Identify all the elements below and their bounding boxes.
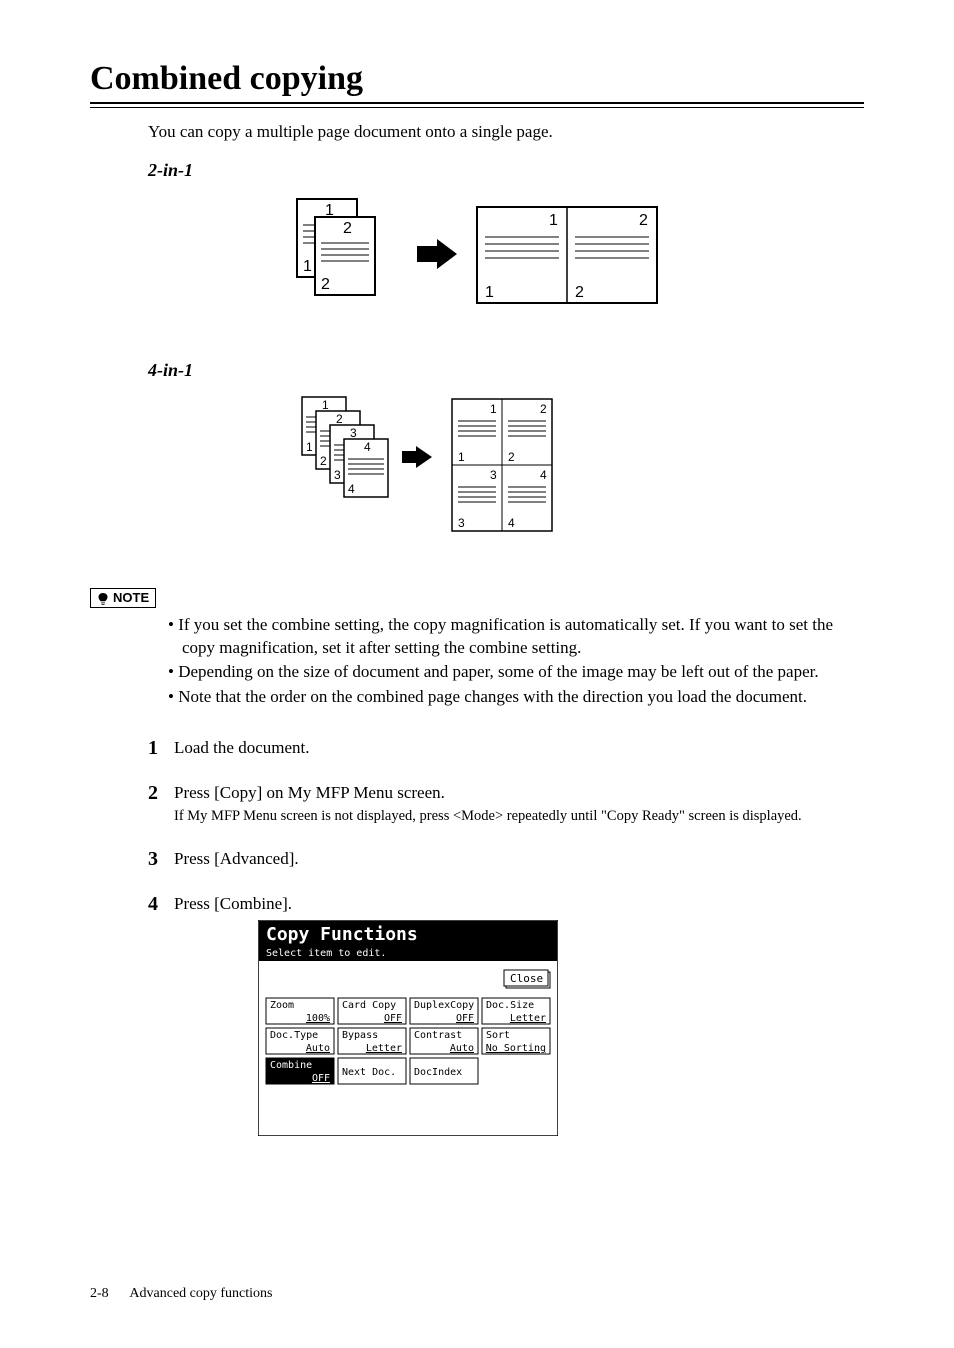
svg-text:DuplexCopy: DuplexCopy (414, 1000, 474, 1011)
svg-text:1: 1 (490, 402, 497, 416)
step-1: 1 Load the document. (148, 737, 864, 760)
svg-text:Card Copy: Card Copy (342, 1000, 396, 1011)
svg-text:1: 1 (549, 212, 558, 229)
svg-text:2: 2 (336, 412, 343, 426)
svg-text:Letter: Letter (510, 1013, 546, 1024)
step-text: Press [Advanced]. (174, 849, 299, 868)
svg-text:1: 1 (458, 450, 465, 464)
step-3: 3 Press [Advanced]. (148, 848, 864, 871)
svg-text:3: 3 (334, 468, 341, 482)
svg-text:2: 2 (320, 454, 327, 468)
svg-text:OFF: OFF (456, 1013, 474, 1024)
svg-text:1: 1 (485, 284, 494, 301)
svg-text:2: 2 (321, 276, 330, 293)
lcd-screenshot: Copy Functions Select item to edit. Clos… (258, 920, 864, 1143)
svg-text:2: 2 (639, 212, 648, 229)
page-content: Combined copying You can copy a multiple… (0, 0, 954, 1205)
step-number: 3 (148, 846, 158, 873)
svg-text:Contrast: Contrast (414, 1030, 462, 1041)
step-subtext: If My MFP Menu screen is not displayed, … (174, 807, 864, 826)
note-label: NOTE (90, 588, 156, 608)
svg-text:Auto: Auto (306, 1043, 330, 1054)
lcd-subtitle: Select item to edit. (266, 948, 386, 959)
svg-text:Combine: Combine (270, 1060, 312, 1071)
step-text: Press [Combine]. (174, 894, 292, 913)
diagram-4in1: 1 1 2 2 3 (90, 391, 864, 556)
svg-text:4: 4 (540, 468, 547, 482)
svg-text:2: 2 (508, 450, 515, 464)
svg-text:2: 2 (575, 284, 584, 301)
svg-text:3: 3 (350, 426, 357, 440)
svg-text:OFF: OFF (384, 1013, 402, 1024)
svg-text:DocIndex: DocIndex (414, 1067, 462, 1078)
svg-text:1: 1 (303, 258, 312, 275)
section-name: Advanced copy functions (129, 1286, 272, 1301)
step-number: 4 (148, 891, 158, 918)
svg-text:1: 1 (322, 398, 329, 412)
page-footer: 2-8 Advanced copy functions (90, 1286, 272, 1302)
step-number: 2 (148, 780, 158, 807)
lcd-close: Close (510, 972, 543, 985)
step-4: 4 Press [Combine]. Copy Functions Select… (148, 893, 864, 1143)
subhead-2in1: 2-in-1 (148, 160, 864, 181)
note-item: If you set the combine setting, the copy… (168, 614, 864, 660)
note-item: Note that the order on the combined page… (168, 686, 864, 709)
svg-text:100%: 100% (306, 1013, 330, 1024)
note-icon (97, 592, 109, 606)
svg-text:Doc.Type: Doc.Type (270, 1030, 318, 1041)
svg-text:4: 4 (508, 516, 515, 530)
svg-text:Letter: Letter (366, 1043, 402, 1054)
svg-text:Auto: Auto (450, 1043, 474, 1054)
title-rule (90, 102, 864, 108)
svg-text:No Sorting: No Sorting (486, 1043, 546, 1054)
step-text: Press [Copy] on My MFP Menu screen. (174, 783, 445, 802)
svg-text:4: 4 (364, 440, 371, 454)
svg-text:2: 2 (343, 220, 352, 237)
page-title: Combined copying (90, 60, 864, 98)
step-number: 1 (148, 735, 158, 762)
page-number: 2-8 (90, 1286, 109, 1301)
svg-text:2: 2 (540, 402, 547, 416)
intro-text: You can copy a multiple page document on… (148, 122, 864, 142)
diagram-2in1: 1 1 2 2 1 2 (90, 191, 864, 336)
svg-text:Zoom: Zoom (270, 1000, 294, 1011)
step-text: Load the document. (174, 738, 310, 757)
svg-text:Sort: Sort (486, 1030, 510, 1041)
svg-text:3: 3 (458, 516, 465, 530)
subhead-4in1: 4-in-1 (148, 360, 864, 381)
svg-text:OFF: OFF (312, 1073, 330, 1084)
svg-text:Next Doc.: Next Doc. (342, 1067, 396, 1078)
note-list: If you set the combine setting, the copy… (168, 614, 864, 710)
svg-text:Bypass: Bypass (342, 1030, 378, 1041)
svg-text:4: 4 (348, 482, 355, 496)
svg-text:Doc.Size: Doc.Size (486, 1000, 534, 1011)
steps-list: 1 Load the document. 2 Press [Copy] on M… (148, 737, 864, 1143)
svg-text:1: 1 (306, 440, 313, 454)
svg-text:3: 3 (490, 468, 497, 482)
step-2: 2 Press [Copy] on My MFP Menu screen. If… (148, 782, 864, 826)
lcd-title: Copy Functions (266, 924, 418, 945)
note-item: Depending on the size of document and pa… (168, 661, 864, 684)
note-text: NOTE (113, 590, 149, 605)
